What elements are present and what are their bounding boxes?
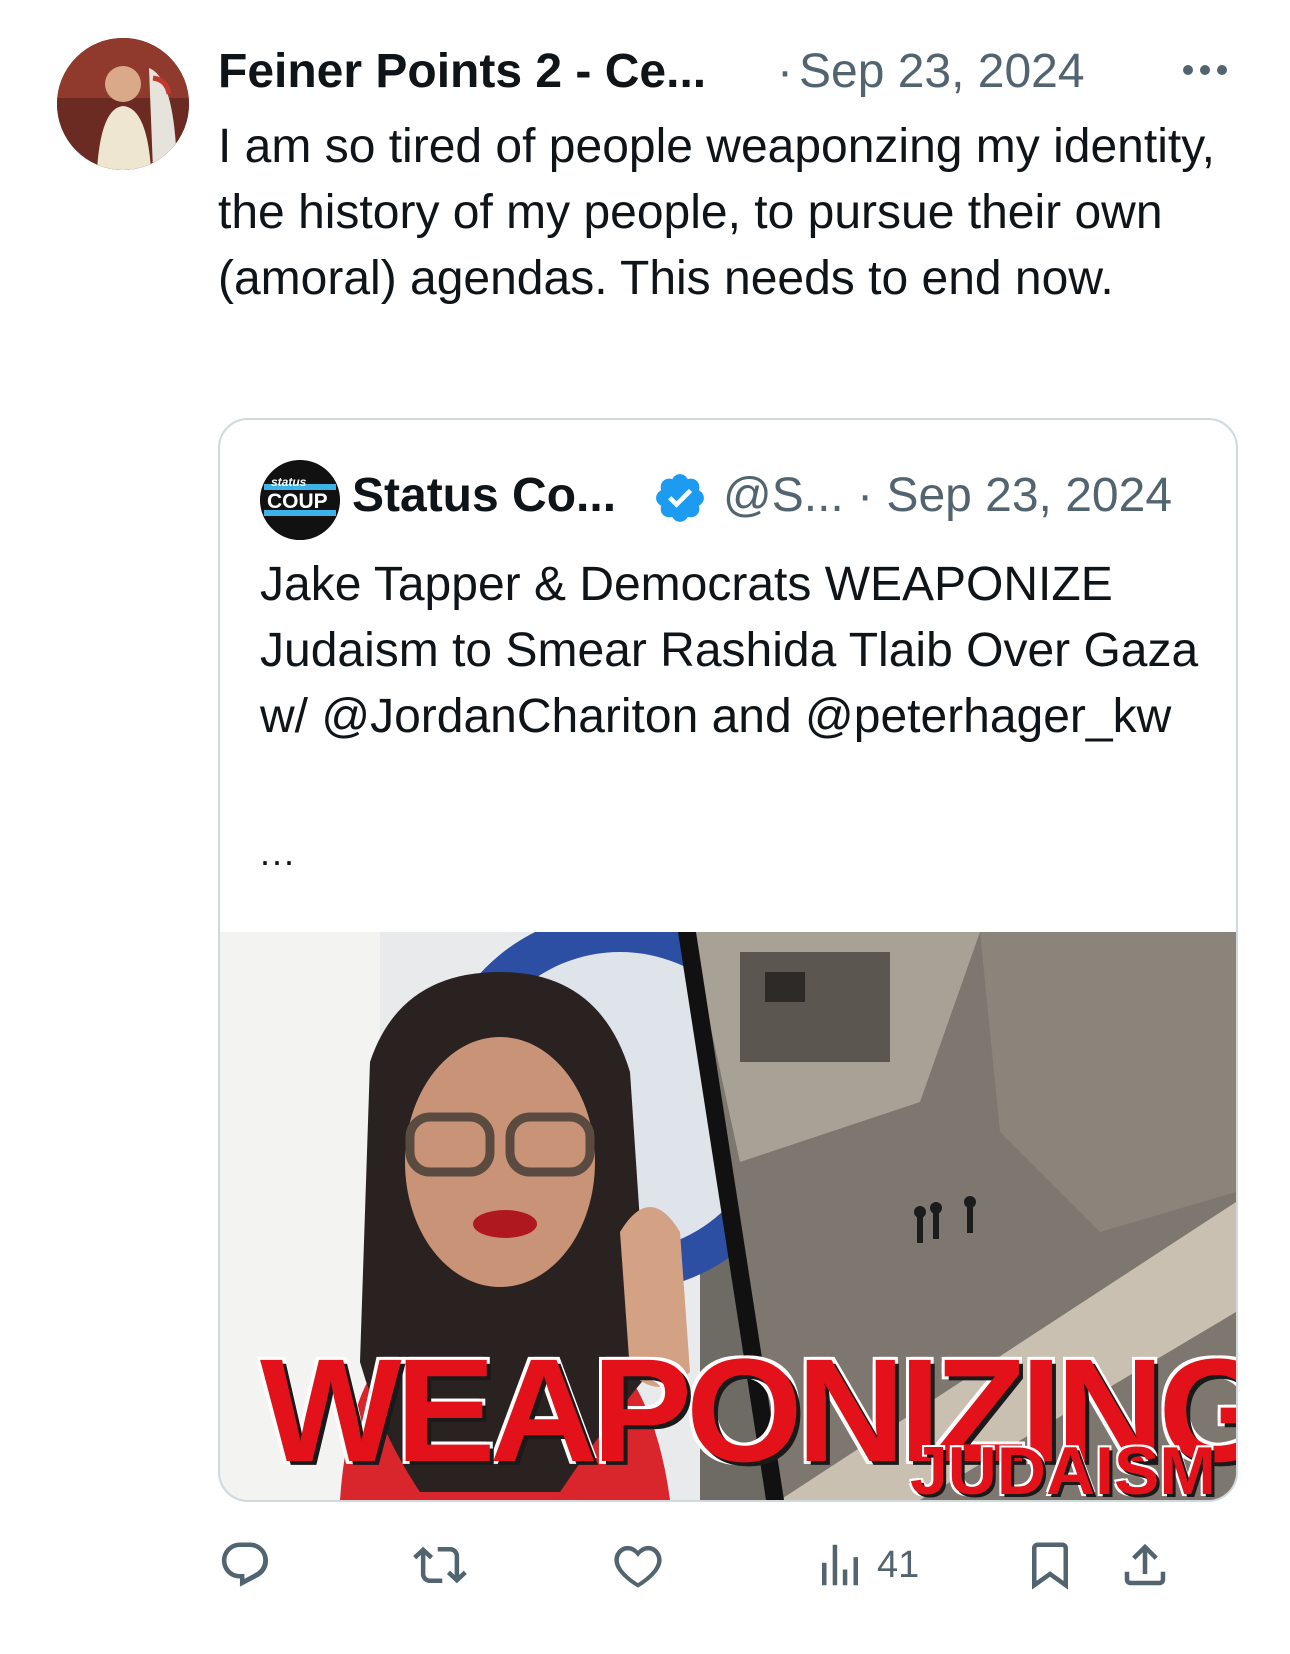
repost-icon bbox=[413, 1546, 467, 1584]
quoted-handle-date: @S... · Sep 23, 2024 bbox=[723, 468, 1172, 523]
more-dots-icon[interactable] bbox=[1180, 62, 1230, 78]
quoted-tweet[interactable]: status COUP Status Co... @S... · Sep 23,… bbox=[218, 418, 1238, 1502]
like-icon bbox=[614, 1545, 662, 1588]
separator-dot: · bbox=[777, 45, 793, 98]
bookmark-icon bbox=[1032, 1542, 1068, 1590]
logo-text-top: status bbox=[271, 475, 307, 489]
views-count: 41 bbox=[877, 1543, 920, 1586]
quoted-media-image[interactable]: WEAPONIZING JUDAISM bbox=[220, 932, 1236, 1500]
quoted-text: Jake Tapper & Democrats WEAPONIZE Judais… bbox=[260, 558, 1199, 743]
logo-text-bottom: COUP bbox=[267, 490, 328, 513]
action-bar: 41 bbox=[218, 1535, 1238, 1605]
author-name[interactable]: Feiner Points 2 - Ce... bbox=[218, 44, 706, 99]
bookmark-button[interactable] bbox=[1023, 1535, 1077, 1595]
thumbnail-subheadline: JUDAISM bbox=[909, 1433, 1216, 1500]
tweet-meta: · Sep 23, 2024 bbox=[777, 44, 1085, 99]
separator-dot: · bbox=[857, 469, 887, 522]
tweet-date[interactable]: Sep 23, 2024 bbox=[799, 45, 1085, 98]
quoted-author-avatar[interactable]: status COUP bbox=[260, 460, 340, 540]
views-icon bbox=[822, 1544, 858, 1586]
like-button[interactable] bbox=[611, 1535, 665, 1595]
verified-badge-icon bbox=[656, 474, 704, 522]
views-button[interactable]: 41 bbox=[813, 1535, 919, 1595]
quoted-author-name[interactable]: Status Co... bbox=[352, 468, 616, 523]
quoted-ellipsis: ... bbox=[260, 832, 297, 873]
author-avatar[interactable] bbox=[57, 38, 189, 170]
repost-button[interactable] bbox=[413, 1535, 467, 1595]
tweet-text: I am so tired of people weaponzing my id… bbox=[218, 120, 1215, 305]
tweet[interactable]: Feiner Points 2 - Ce... · Sep 23, 2024 I … bbox=[0, 0, 1290, 1654]
share-button[interactable] bbox=[1118, 1535, 1172, 1595]
quoted-date[interactable]: Sep 23, 2024 bbox=[886, 469, 1172, 522]
reply-button[interactable] bbox=[218, 1535, 272, 1595]
quoted-handle[interactable]: @S... bbox=[723, 469, 844, 522]
reply-icon bbox=[221, 1542, 269, 1587]
share-icon bbox=[1124, 1543, 1166, 1586]
author-avatar-image bbox=[57, 38, 189, 170]
status-coup-logo: status COUP bbox=[260, 460, 340, 540]
